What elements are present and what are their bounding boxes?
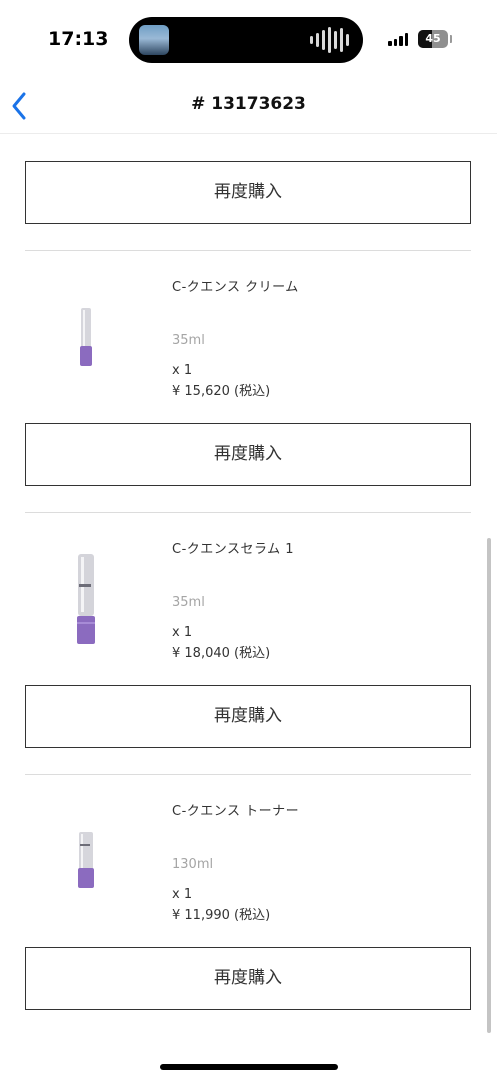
rebuy-button[interactable]: 再度購入	[25, 685, 471, 748]
battery-cap	[450, 35, 452, 43]
rebuy-button[interactable]: 再度購入	[25, 423, 471, 486]
product-price: ¥ 18,040 (税込)	[172, 646, 271, 661]
now-playing-artwork	[139, 25, 169, 55]
product-price: ¥ 11,990 (税込)	[172, 908, 271, 923]
status-time: 17:13	[48, 28, 109, 50]
product-name: C-クエンス クリーム	[172, 280, 299, 295]
item-divider	[25, 774, 471, 775]
product-quantity: x 1	[172, 363, 193, 378]
dynamic-island[interactable]	[129, 17, 363, 63]
scrollbar[interactable]	[487, 538, 491, 1033]
product-name: C-クエンスセラム 1	[172, 542, 295, 557]
status-bar: 17:13 45	[0, 0, 497, 80]
item-divider	[25, 512, 471, 513]
battery-icon: 45	[418, 30, 448, 48]
rebuy-button[interactable]: 再度購入	[25, 947, 471, 1010]
item-divider	[25, 250, 471, 251]
nav-bar: # 13173623	[0, 80, 497, 134]
home-indicator[interactable]	[160, 1064, 338, 1070]
product-size: 35ml	[172, 595, 205, 610]
product-image	[77, 554, 95, 644]
product-image	[80, 308, 92, 366]
order-detail-content[interactable]: 再度購入 C-クエンス クリーム 35ml x 1 ¥ 15,620 (税込) …	[0, 134, 497, 1034]
product-size: 130ml	[172, 857, 214, 872]
battery-level: 45	[425, 32, 441, 45]
rebuy-button[interactable]: 再度購入	[25, 161, 471, 224]
page-title: # 13173623	[191, 94, 306, 114]
product-quantity: x 1	[172, 887, 193, 902]
product-name: C-クエンス トーナー	[172, 804, 300, 819]
audio-waveform-icon	[310, 27, 349, 53]
product-size: 35ml	[172, 333, 205, 348]
product-image	[78, 832, 94, 888]
product-quantity: x 1	[172, 625, 193, 640]
cellular-signal-icon	[388, 33, 408, 46]
product-price: ¥ 15,620 (税込)	[172, 384, 271, 399]
